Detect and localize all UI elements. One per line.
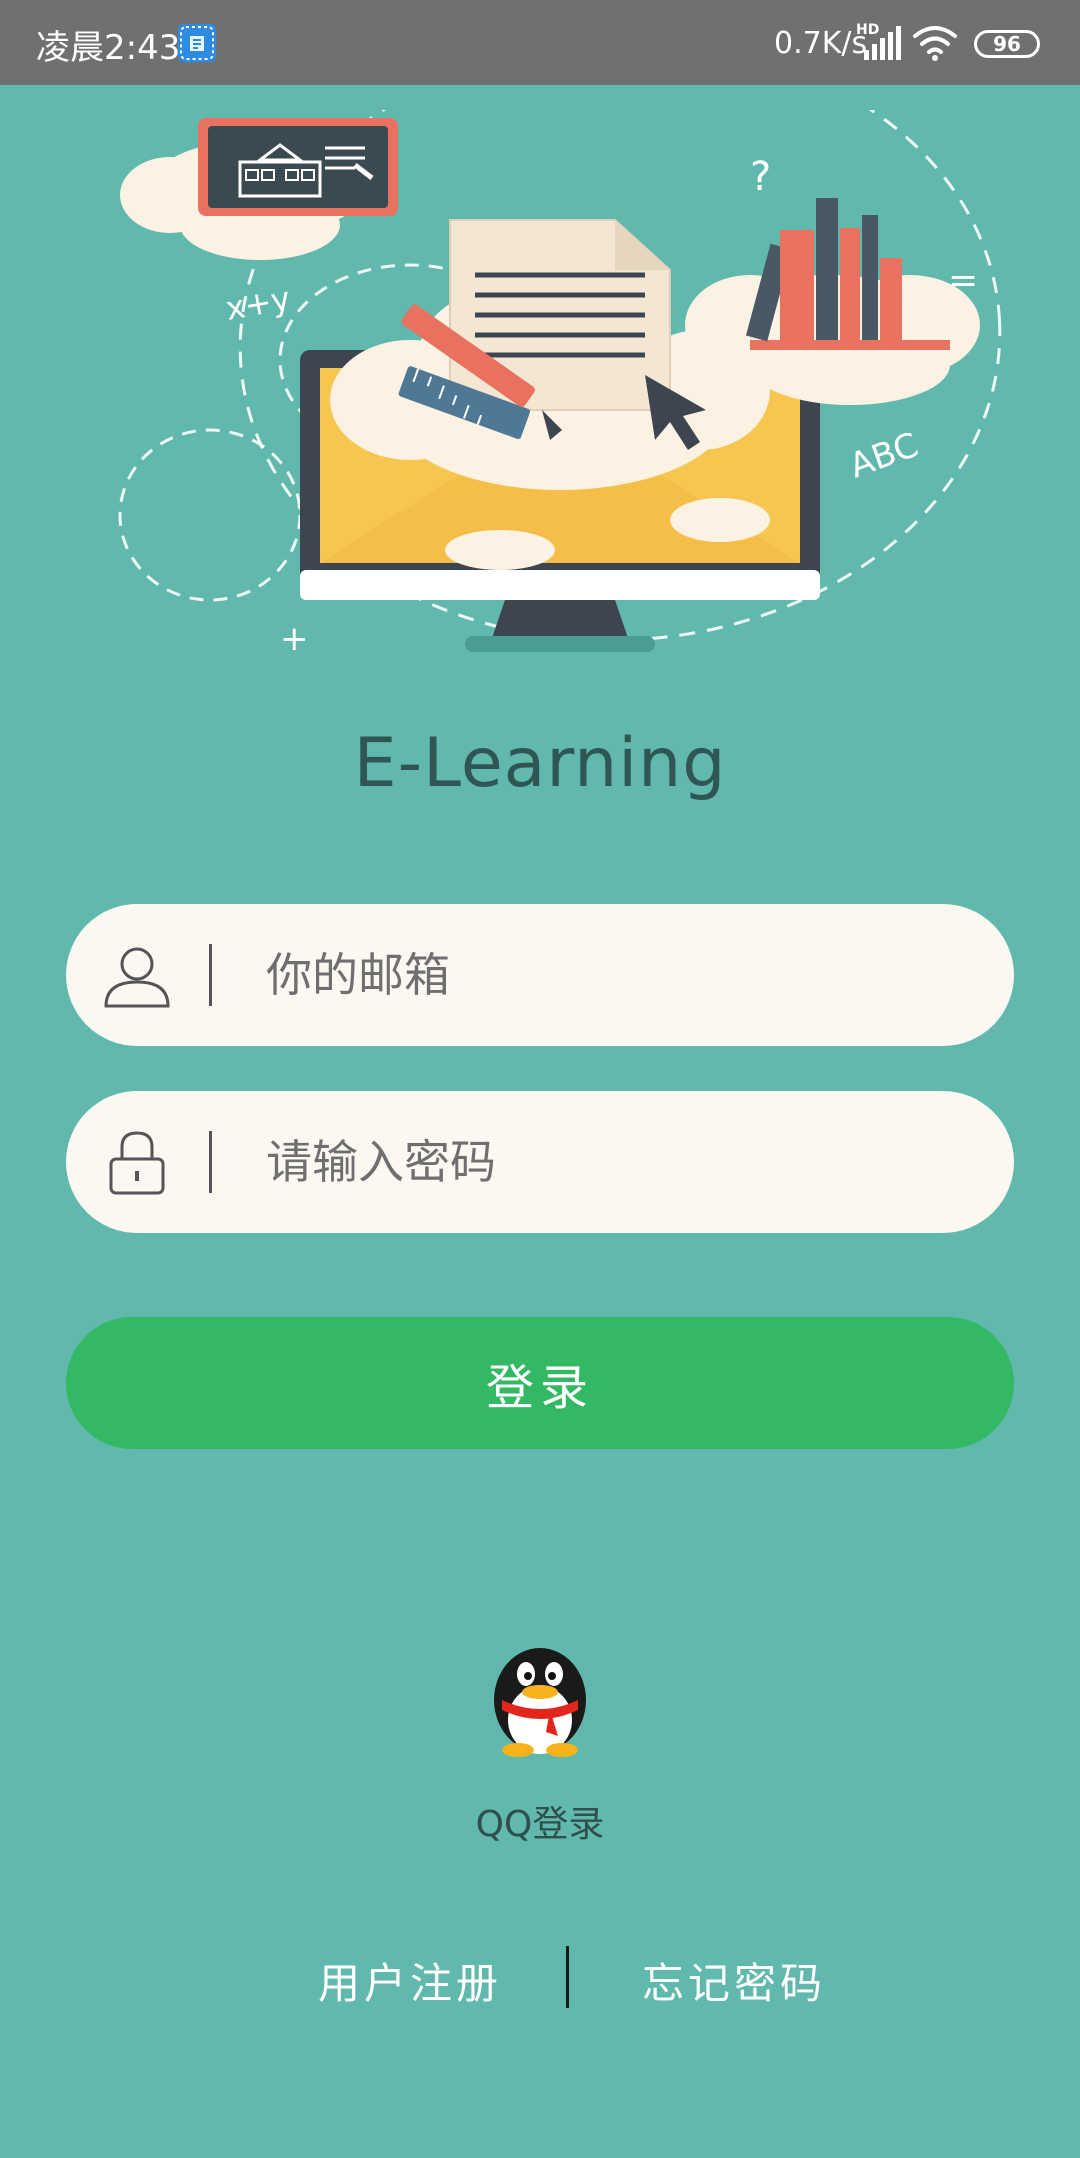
e-learning-illustration: x+y ? = ABC +	[118, 110, 1002, 659]
register-link[interactable]: 用户注册	[318, 1950, 502, 2011]
lock-icon	[109, 1131, 165, 1195]
decor-text: x+y	[223, 279, 293, 328]
email-input[interactable]	[266, 904, 966, 1046]
app-title: E-Learning	[353, 724, 727, 803]
qq-penguin-icon[interactable]	[488, 1640, 592, 1758]
login-button[interactable]: 登录	[66, 1317, 1014, 1449]
password-input[interactable]	[266, 1091, 966, 1233]
decor-text: ABC	[844, 425, 923, 486]
app-notification-icon	[178, 24, 216, 62]
cloud-chalkboard	[120, 118, 398, 260]
footer-divider	[566, 1946, 569, 2008]
battery-indicator: 96	[974, 30, 1040, 58]
qq-login-label[interactable]: QQ登录	[0, 1795, 1080, 1847]
user-icon	[104, 947, 170, 1008]
decor-text: ?	[750, 154, 771, 200]
field-divider	[209, 944, 212, 1006]
forgot-password-link[interactable]: 忘记密码	[642, 1950, 826, 2011]
password-field[interactable]	[66, 1091, 1014, 1233]
network-speed: 0.7K/s	[774, 26, 868, 61]
wifi-icon	[913, 26, 957, 61]
field-divider	[209, 1131, 212, 1193]
status-bar: 凌晨2:43 0.7K/s HD 96	[0, 0, 1080, 85]
status-time: 凌晨2:43	[36, 28, 181, 68]
signal-icon	[864, 26, 901, 60]
decor-text: +	[280, 619, 309, 659]
email-field[interactable]	[66, 904, 1014, 1046]
